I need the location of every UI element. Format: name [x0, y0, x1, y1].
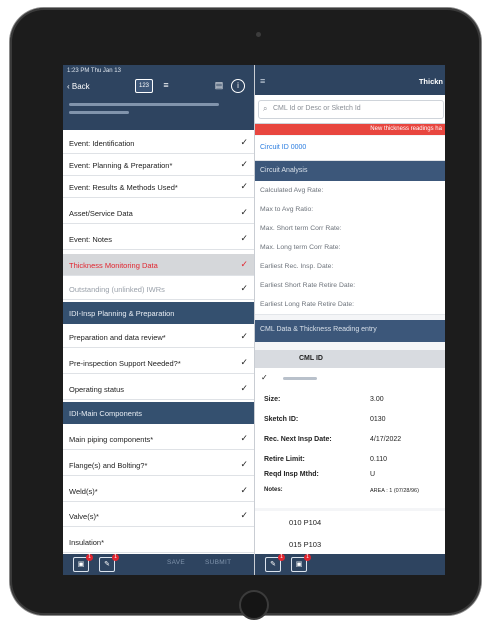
right-footer-toolbar: ✎ 1 ▣ 1	[255, 554, 445, 575]
search-input[interactable]: ⌕ CML Id or Desc or Sketch Id	[258, 100, 444, 119]
retire-limit-value: 0.110	[370, 456, 387, 463]
scene: 1:23 PM Thu Jan 13 ‹ Back 123 ≡ ▤ i Even…	[0, 0, 491, 623]
document-icon[interactable]: ▤	[213, 79, 225, 91]
calendar-icon[interactable]: 123	[135, 79, 153, 93]
redacted-text	[69, 103, 219, 106]
status-bar-time: 1:23 PM Thu Jan 13	[67, 68, 121, 74]
nav-item-valves[interactable]: Valve(s)* ✓	[63, 505, 254, 527]
search-placeholder: CML Id or Desc or Sketch Id	[273, 105, 361, 112]
nav-item-event-results[interactable]: Event: Results & Methods Used* ✓	[63, 176, 254, 198]
search-icon: ⌕	[263, 104, 268, 113]
redacted-cml-id	[283, 377, 317, 380]
nav-item-asset-service-data[interactable]: Asset/Service Data ✓	[63, 202, 254, 224]
search-bar: ⌕ CML Id or Desc or Sketch Id	[255, 95, 445, 124]
image-icon[interactable]: ▣ 1	[291, 554, 311, 572]
notification-badge: 1	[112, 554, 119, 561]
list-item[interactable]: 015 P103	[255, 533, 445, 555]
redacted-link: Circuit ID 0000	[260, 144, 307, 151]
back-button[interactable]: ‹ Back	[67, 82, 90, 91]
notes-value: AREA : 1 (07/28/96)	[370, 488, 419, 494]
check-icon: ✓	[240, 331, 248, 341]
menu-icon[interactable]: ≡	[260, 76, 265, 86]
analysis-row: Max to Avg Ratio:	[255, 200, 445, 220]
save-button[interactable]: SAVE	[167, 559, 185, 566]
notification-badge: 1	[304, 554, 311, 561]
section-header-main-components: IDI-Main Components	[63, 402, 254, 424]
circuit-link[interactable]: Circuit ID 0000	[255, 136, 445, 161]
nav-item-event-planning[interactable]: Event: Planning & Preparation* ✓	[63, 154, 254, 176]
cml-detail-panel: Size: 3.00 Sketch ID: 0130 Rec. Next Ins…	[255, 388, 445, 508]
check-icon: ✓	[240, 233, 248, 243]
left-pane: 1:23 PM Thu Jan 13 ‹ Back 123 ≡ ▤ i Even…	[63, 65, 255, 575]
analysis-row: Max. Short term Corr Rate:	[255, 219, 445, 239]
list-item[interactable]: 010 P104	[255, 511, 445, 534]
check-icon: ✓	[261, 373, 268, 382]
analysis-row: Earliest Short Rate Retire Date:	[255, 276, 445, 296]
page-title: Thickn	[418, 77, 443, 86]
nav-item-thickness-monitoring[interactable]: Thickness Monitoring Data ✓	[63, 254, 254, 276]
check-icon: ✓	[240, 283, 248, 293]
check-icon: ✓	[240, 207, 248, 217]
left-footer-toolbar: ▣ 1 ✎ 1 SAVE SUBMIT	[63, 554, 254, 575]
alert-banner: New thickness readings ha	[255, 124, 445, 135]
check-icon: ✓	[240, 383, 248, 393]
analysis-row: Earliest Rec. Insp. Date:	[255, 257, 445, 277]
sketch-id-value: 0130	[370, 416, 386, 423]
nav-item-event-notes[interactable]: Event: Notes ✓	[63, 228, 254, 250]
right-pane: ≡ Thickn ⌕ CML Id or Desc or Sketch Id N…	[255, 65, 445, 575]
nav-item-operating-status[interactable]: Operating status ✓	[63, 378, 254, 400]
check-icon: ✓	[240, 259, 248, 269]
edit-icon[interactable]: ✎ 1	[99, 554, 119, 572]
check-icon: ✓	[240, 459, 248, 469]
nav-item-main-piping[interactable]: Main piping components* ✓	[63, 428, 254, 450]
notification-badge: 1	[278, 554, 285, 561]
check-icon: ✓	[240, 137, 248, 147]
analysis-row: Calculated Avg Rate:	[255, 181, 445, 201]
redacted-text	[69, 111, 129, 114]
nav-item-insulation[interactable]: Insulation*	[63, 531, 254, 553]
table-column-header: CML ID	[255, 350, 445, 368]
home-button[interactable]	[239, 590, 269, 620]
submit-button[interactable]: SUBMIT	[205, 559, 231, 566]
notification-badge: 1	[86, 554, 93, 561]
nav-item-event-identification[interactable]: Event: Identification ✓	[63, 132, 254, 154]
nav-item-welds[interactable]: Weld(s)* ✓	[63, 480, 254, 502]
app-screen: 1:23 PM Thu Jan 13 ‹ Back 123 ≡ ▤ i Even…	[63, 65, 445, 575]
check-icon: ✓	[240, 159, 248, 169]
next-insp-date-value: 4/17/2022	[370, 436, 402, 443]
check-icon: ✓	[240, 510, 248, 520]
check-icon: ✓	[240, 357, 248, 367]
nav-item-flanges-bolting[interactable]: Flange(s) and Bolting?* ✓	[63, 454, 254, 476]
nav-item-pre-inspection-support[interactable]: Pre-inspection Support Needed?* ✓	[63, 352, 254, 374]
check-icon: ✓	[240, 181, 248, 191]
edit-icon[interactable]: ✎ 1	[265, 554, 285, 572]
analysis-row: Earliest Long Rate Retire Date:	[255, 295, 445, 315]
left-header: 1:23 PM Thu Jan 13 ‹ Back 123 ≡ ▤ i	[63, 65, 254, 130]
size-value: 3.00	[370, 396, 384, 403]
nav-item-outstanding-iwrs[interactable]: Outstanding (unlinked) IWRs ✓	[63, 278, 254, 300]
table-row-selected[interactable]: ✓	[255, 368, 445, 389]
list-icon[interactable]: ≡	[161, 79, 171, 91]
image-icon[interactable]: ▣ 1	[73, 554, 93, 572]
section-header-circuit-analysis: Circuit Analysis	[255, 161, 445, 181]
check-icon: ✓	[240, 433, 248, 443]
section-header-cml-data: CML Data & Thickness Reading entry	[255, 320, 445, 342]
insp-method-value: U	[370, 471, 376, 478]
section-header-planning: IDI-Insp Planning & Preparation	[63, 302, 254, 324]
analysis-row: Max. Long term Corr Rate:	[255, 238, 445, 258]
camera-icon	[256, 32, 261, 37]
info-icon[interactable]: i	[231, 79, 245, 93]
check-icon: ✓	[240, 485, 248, 495]
nav-item-preparation-review[interactable]: Preparation and data review* ✓	[63, 326, 254, 348]
right-header: ≡ Thickn	[255, 65, 445, 95]
